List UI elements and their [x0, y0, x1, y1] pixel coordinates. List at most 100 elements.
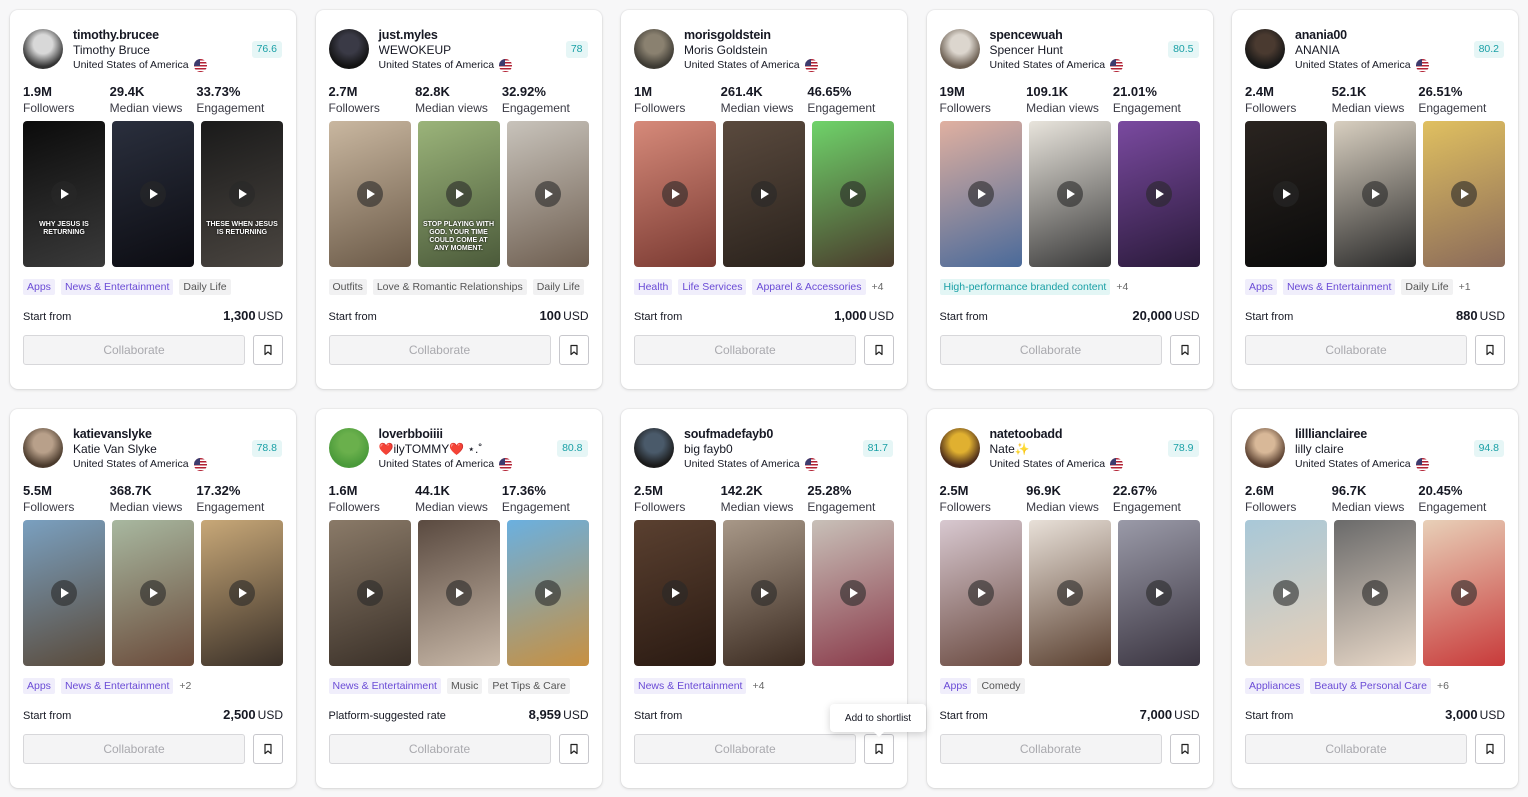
shortlist-button[interactable] [253, 335, 283, 365]
video-thumbnail[interactable] [1117, 121, 1200, 267]
play-icon[interactable] [229, 580, 255, 606]
play-icon[interactable] [751, 580, 777, 606]
play-icon[interactable] [1145, 580, 1172, 606]
video-thumbnail[interactable] [1423, 121, 1505, 267]
play-icon[interactable] [1362, 181, 1388, 207]
play-icon[interactable] [1451, 181, 1477, 207]
video-thumbnail[interactable] [812, 121, 894, 267]
collaborate-button[interactable]: Collaborate [23, 734, 245, 764]
shortlist-button[interactable] [1475, 734, 1505, 764]
avatar[interactable] [939, 29, 980, 69]
video-thumbnail[interactable] [1028, 121, 1111, 267]
creator-handle[interactable]: anania00 [1295, 27, 1505, 43]
creator-handle[interactable]: loverbboiiii [379, 426, 589, 442]
video-thumbnail[interactable] [506, 121, 589, 267]
collaborate-button[interactable]: Collaborate [1245, 734, 1467, 764]
play-icon[interactable] [840, 580, 866, 606]
creator-handle[interactable]: morisgoldstein [684, 27, 894, 43]
shortlist-button[interactable] [864, 335, 894, 365]
creator-card[interactable]: anania00 ANANIA United States of America… [1232, 10, 1518, 389]
creator-handle[interactable]: spencewuah [990, 27, 1200, 43]
creator-handle[interactable]: just.myles [379, 27, 589, 43]
creator-card[interactable]: katievanslyke Katie Van Slyke United Sta… [10, 409, 296, 788]
play-icon[interactable] [51, 181, 77, 207]
collaborate-button[interactable]: Collaborate [939, 734, 1162, 764]
shortlist-button[interactable] [864, 734, 894, 764]
play-icon[interactable] [1145, 181, 1172, 207]
shortlist-button[interactable] [558, 734, 589, 764]
video-thumbnail[interactable] [939, 121, 1022, 267]
video-thumbnail[interactable] [723, 121, 805, 267]
video-thumbnail[interactable] [1245, 121, 1327, 267]
play-icon[interactable] [356, 181, 383, 207]
play-icon[interactable] [140, 580, 166, 606]
video-thumbnail[interactable] [417, 520, 500, 666]
collaborate-button[interactable]: Collaborate [23, 335, 245, 365]
play-icon[interactable] [662, 580, 688, 606]
video-thumbnail[interactable] [328, 121, 411, 267]
video-thumbnail[interactable] [812, 520, 894, 666]
collaborate-button[interactable]: Collaborate [328, 335, 551, 365]
video-thumbnail[interactable] [634, 121, 716, 267]
avatar[interactable] [23, 29, 63, 69]
video-thumbnail[interactable] [112, 121, 194, 267]
creator-card[interactable]: spencewuah Spencer Hunt United States of… [926, 10, 1213, 389]
creator-handle[interactable]: timothy.brucee [73, 27, 283, 43]
play-icon[interactable] [445, 580, 472, 606]
video-thumbnail[interactable] [1423, 520, 1505, 666]
play-icon[interactable] [1451, 580, 1477, 606]
avatar[interactable] [634, 428, 674, 468]
play-icon[interactable] [1362, 580, 1388, 606]
avatar[interactable] [939, 428, 980, 468]
creator-card[interactable]: timothy.brucee Timothy Bruce United Stat… [10, 10, 296, 389]
play-icon[interactable] [1273, 181, 1299, 207]
collaborate-button[interactable]: Collaborate [1245, 335, 1467, 365]
play-icon[interactable] [1056, 181, 1083, 207]
avatar[interactable] [328, 29, 369, 69]
video-thumbnail[interactable] [201, 520, 283, 666]
creator-card[interactable]: natetoobadd Nate✨ United States of Ameri… [926, 409, 1213, 788]
video-thumbnail[interactable] [1334, 520, 1416, 666]
video-thumbnail[interactable] [1334, 121, 1416, 267]
creator-handle[interactable]: katievanslyke [73, 426, 283, 442]
play-icon[interactable] [534, 580, 561, 606]
video-thumbnail[interactable] [1117, 520, 1200, 666]
collaborate-button[interactable]: Collaborate [634, 335, 856, 365]
video-thumbnail[interactable] [723, 520, 805, 666]
play-icon[interactable] [662, 181, 688, 207]
play-icon[interactable] [840, 181, 866, 207]
creator-card[interactable]: just.myles WEWOKEUP United States of Ame… [315, 10, 602, 389]
creator-handle[interactable]: lilllianclairee [1295, 426, 1505, 442]
collaborate-button[interactable]: Collaborate [328, 734, 551, 764]
avatar[interactable] [328, 428, 369, 468]
shortlist-button[interactable] [1475, 335, 1505, 365]
video-thumbnail[interactable] [1028, 520, 1111, 666]
avatar[interactable] [1245, 428, 1285, 468]
play-icon[interactable] [356, 580, 383, 606]
shortlist-button[interactable] [1169, 335, 1200, 365]
creator-card[interactable]: morisgoldstein Moris Goldstein United St… [621, 10, 907, 389]
video-thumbnail[interactable]: STOP PLAYING WITH GOD. YOUR TIME COULD C… [417, 121, 500, 267]
video-thumbnail[interactable] [23, 520, 105, 666]
play-icon[interactable] [751, 181, 777, 207]
video-thumbnail[interactable] [1245, 520, 1327, 666]
play-icon[interactable] [229, 181, 255, 207]
creator-handle[interactable]: natetoobadd [990, 426, 1200, 442]
collaborate-button[interactable]: Collaborate [939, 335, 1162, 365]
play-icon[interactable] [140, 181, 166, 207]
collaborate-button[interactable]: Collaborate [634, 734, 856, 764]
video-thumbnail[interactable] [634, 520, 716, 666]
avatar[interactable] [23, 428, 63, 468]
video-thumbnail[interactable]: WHY JESUS IS RETURNING [23, 121, 105, 267]
creator-card[interactable]: loverbboiiii ❤️ilyTOMMY❤️ ⋆.˚ United Sta… [315, 409, 602, 788]
video-thumbnail[interactable] [112, 520, 194, 666]
shortlist-button[interactable] [1169, 734, 1200, 764]
shortlist-button[interactable] [558, 335, 589, 365]
play-icon[interactable] [1056, 580, 1083, 606]
play-icon[interactable] [1273, 580, 1299, 606]
avatar[interactable] [634, 29, 674, 69]
play-icon[interactable] [967, 580, 994, 606]
play-icon[interactable] [51, 580, 77, 606]
video-thumbnail[interactable]: THESE WHEN JESUS IS RETURNING [201, 121, 283, 267]
play-icon[interactable] [445, 181, 472, 207]
